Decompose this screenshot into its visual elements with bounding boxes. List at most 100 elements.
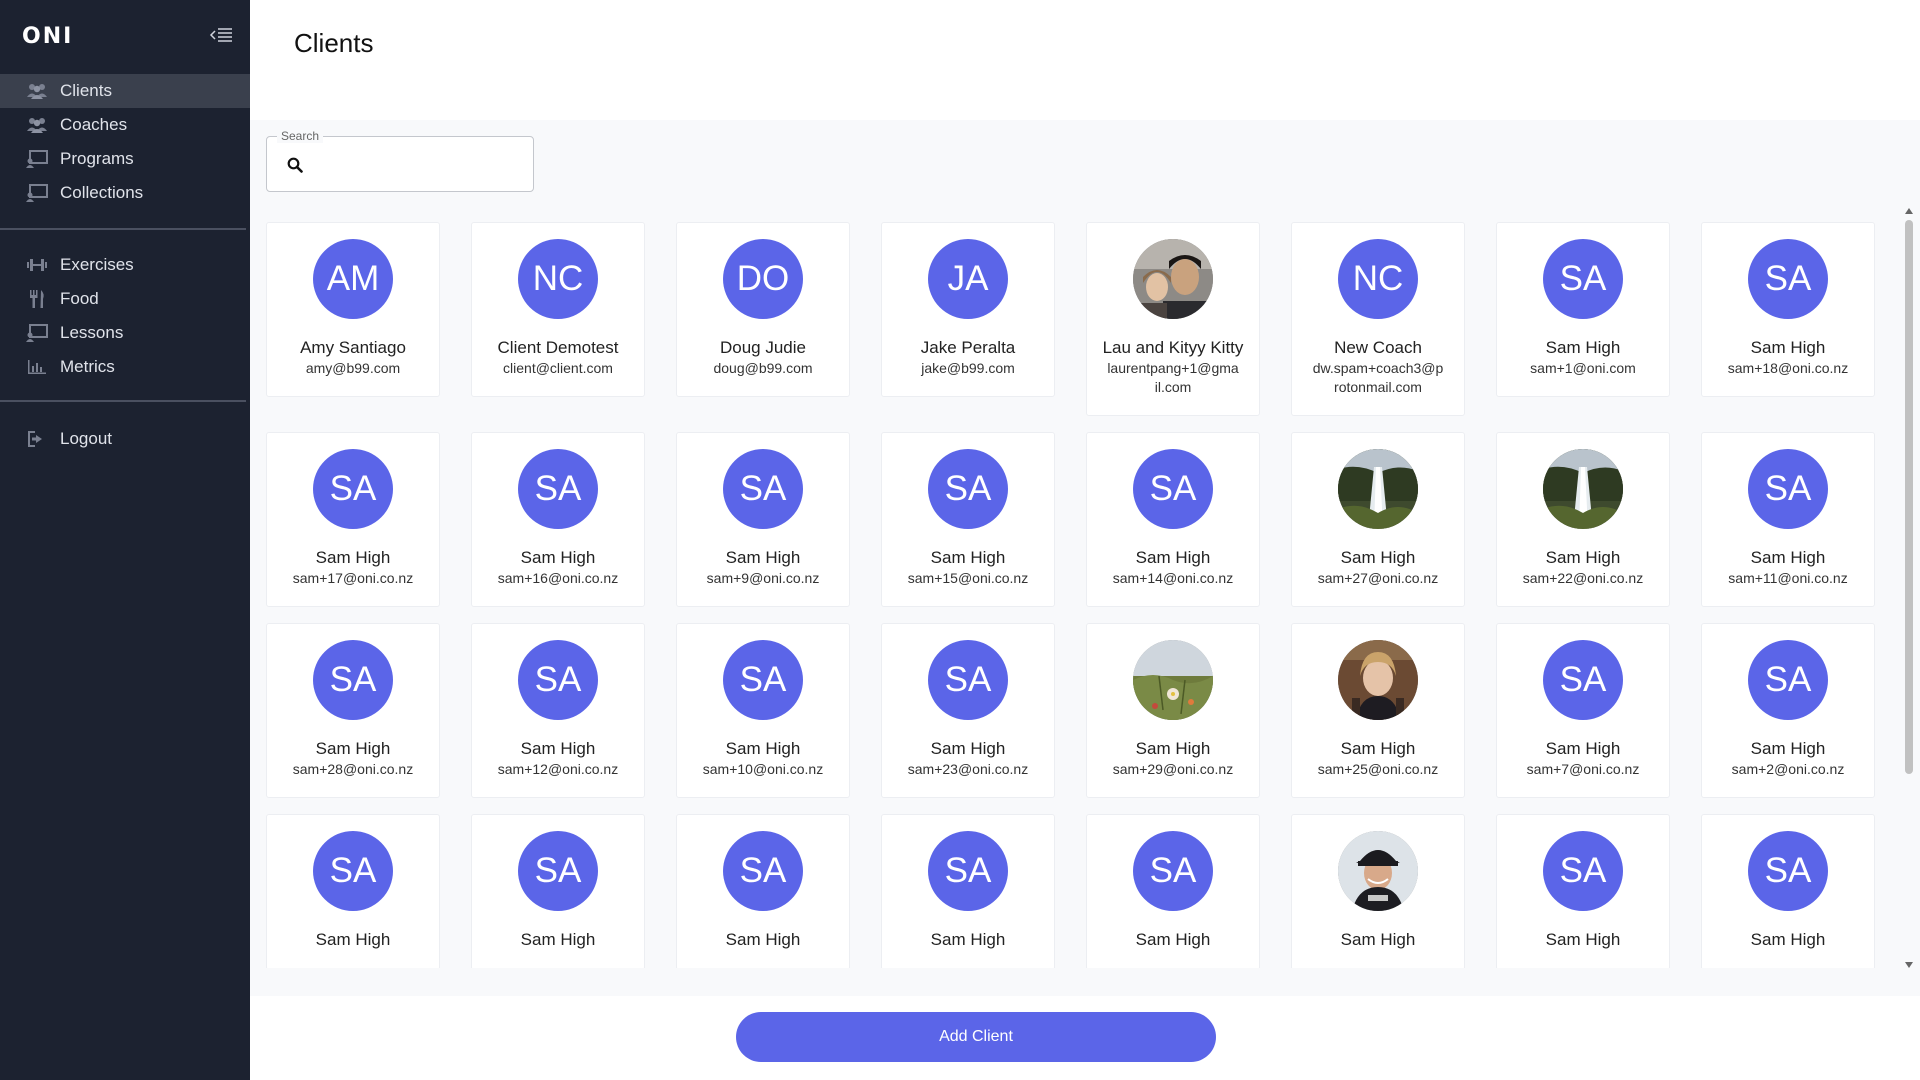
client-card[interactable]: AM Amy Santiago amy@b99.com — [266, 222, 440, 397]
sidebar-item-lessons[interactable]: Lessons — [0, 316, 250, 350]
client-email: sam+15@oni.co.nz — [907, 570, 1029, 586]
client-card[interactable]: NC New Coach dw.spam+coach3@protonmail.com — [1291, 222, 1465, 416]
client-name: Amy Santiago — [300, 338, 406, 357]
client-card[interactable]: SA Sam High — [881, 814, 1055, 968]
sidebar-item-programs[interactable]: Programs — [0, 142, 250, 176]
client-card[interactable]: SA Sam High sam+12@oni.co.nz — [471, 623, 645, 798]
menu-collapse-icon — [209, 28, 232, 42]
client-card[interactable]: SA Sam High sam+17@oni.co.nz — [266, 432, 440, 607]
avatar-initials: SA — [1543, 239, 1623, 319]
client-card[interactable]: NC Client Demotest client@client.com — [471, 222, 645, 397]
client-card[interactable]: SA Sam High sam+10@oni.co.nz — [676, 623, 850, 798]
client-name: Sam High — [1135, 739, 1211, 758]
client-email: sam+29@oni.co.nz — [1112, 761, 1234, 777]
client-email: sam+18@oni.co.nz — [1727, 360, 1849, 376]
client-card[interactable]: Lau and Kityy Kitty laurentpang+1@gmail.c… — [1086, 222, 1260, 416]
client-name: Sam High — [725, 930, 801, 949]
client-card[interactable]: SA Sam High sam+11@oni.co.nz — [1701, 432, 1875, 607]
client-card[interactable]: DO Doug Judie doug@b99.com — [676, 222, 850, 397]
avatar-initials: SA — [313, 640, 393, 720]
avatar-initials: SA — [1543, 640, 1623, 720]
client-name: Sam High — [1340, 548, 1416, 567]
client-card[interactable]: SA Sam High — [471, 814, 645, 968]
sidebar-item-coaches[interactable]: Coaches — [0, 108, 250, 142]
presentation-icon — [26, 150, 48, 168]
users-icon — [26, 116, 48, 134]
client-card[interactable]: Sam High — [1291, 814, 1465, 968]
client-card[interactable]: SA Sam High sam+1@oni.com — [1496, 222, 1670, 397]
page-title: Clients — [294, 28, 374, 58]
avatar-photo — [1338, 831, 1418, 911]
search-field[interactable]: Search — [266, 129, 534, 192]
client-name: Sam High — [1750, 548, 1826, 567]
client-card[interactable]: SA Sam High — [1086, 814, 1260, 968]
client-card[interactable]: SA Sam High — [266, 814, 440, 968]
client-email: sam+14@oni.co.nz — [1112, 570, 1234, 586]
client-card[interactable]: SA Sam High — [1496, 814, 1670, 968]
scrollbar[interactable] — [1902, 208, 1916, 968]
client-card[interactable]: SA Sam High sam+18@oni.co.nz — [1701, 222, 1875, 397]
client-email: client@client.com — [503, 360, 613, 376]
client-card[interactable]: Sam High sam+29@oni.co.nz — [1086, 623, 1260, 798]
sidebar-item-label: Food — [60, 289, 99, 308]
avatar-initials: SA — [928, 449, 1008, 529]
sidebar-item-label: Collections — [60, 183, 144, 202]
avatar-photo — [1338, 449, 1418, 529]
client-email: sam+12@oni.co.nz — [497, 761, 619, 777]
logout-nav: Logout — [0, 422, 250, 456]
avatar-initials: JA — [928, 239, 1008, 319]
sidebar-item-exercises[interactable]: Exercises — [0, 248, 250, 282]
add-client-button[interactable]: Add Client — [736, 1012, 1216, 1062]
client-card[interactable]: SA Sam High sam+14@oni.co.nz — [1086, 432, 1260, 607]
scroll-up-arrow[interactable] — [1905, 208, 1913, 214]
logout-label: Logout — [60, 429, 112, 448]
client-card[interactable]: SA Sam High — [1701, 814, 1875, 968]
client-card[interactable]: Sam High sam+25@oni.co.nz — [1291, 623, 1465, 798]
app-logo[interactable]: ONI — [22, 24, 73, 49]
client-email: amy@b99.com — [305, 360, 401, 376]
client-card[interactable]: SA Sam High sam+15@oni.co.nz — [881, 432, 1055, 607]
client-card[interactable]: SA Sam High sam+7@oni.co.nz — [1496, 623, 1670, 798]
avatar-initials: SA — [1748, 831, 1828, 911]
sidebar: ONI Clients Coaches Programs Collections… — [0, 0, 250, 1080]
avatar-initials: SA — [1133, 831, 1213, 911]
client-card[interactable]: JA Jake Peralta jake@b99.com — [881, 222, 1055, 397]
scroll-down-arrow[interactable] — [1905, 962, 1913, 968]
avatar-initials: SA — [1748, 640, 1828, 720]
sidebar-item-collections[interactable]: Collections — [0, 176, 250, 210]
client-name: Sam High — [1340, 930, 1416, 949]
client-name: Sam High — [1545, 930, 1621, 949]
logout-button[interactable]: Logout — [0, 422, 250, 456]
client-card[interactable]: SA Sam High sam+2@oni.co.nz — [1701, 623, 1875, 798]
avatar-photo — [1338, 640, 1418, 720]
avatar-initials: SA — [518, 831, 598, 911]
avatar-photo — [1133, 640, 1213, 720]
avatar-initials: SA — [313, 831, 393, 911]
client-name: Sam High — [520, 739, 596, 758]
client-email: dw.spam+coach3@protonmail.com — [1312, 360, 1444, 395]
search-input[interactable] — [311, 149, 521, 179]
sidebar-item-food[interactable]: Food — [0, 282, 250, 316]
sidebar-item-clients[interactable]: Clients — [0, 74, 250, 108]
client-name: Sam High — [725, 548, 801, 567]
client-card[interactable]: Sam High sam+27@oni.co.nz — [1291, 432, 1465, 607]
client-card[interactable]: SA Sam High sam+16@oni.co.nz — [471, 432, 645, 607]
scroll-thumb[interactable] — [1905, 220, 1913, 774]
client-name: Sam High — [1135, 548, 1211, 567]
client-card[interactable]: SA Sam High sam+28@oni.co.nz — [266, 623, 440, 798]
presentation-icon — [26, 324, 48, 342]
client-name: Lau and Kityy Kitty — [1102, 338, 1244, 357]
client-card[interactable]: SA Sam High — [676, 814, 850, 968]
client-email: sam+27@oni.co.nz — [1317, 570, 1439, 586]
client-name: Sam High — [520, 930, 596, 949]
client-card[interactable]: Sam High sam+22@oni.co.nz — [1496, 432, 1670, 607]
avatar-initials: SA — [518, 449, 598, 529]
client-email: sam+10@oni.co.nz — [702, 761, 824, 777]
client-email: jake@b99.com — [921, 360, 1015, 376]
collapse-sidebar-button[interactable] — [206, 22, 236, 48]
client-card[interactable]: SA Sam High sam+9@oni.co.nz — [676, 432, 850, 607]
client-name: Sam High — [1545, 548, 1621, 567]
sidebar-item-metrics[interactable]: Metrics — [0, 350, 250, 384]
avatar-initials: SA — [313, 449, 393, 529]
client-card[interactable]: SA Sam High sam+23@oni.co.nz — [881, 623, 1055, 798]
